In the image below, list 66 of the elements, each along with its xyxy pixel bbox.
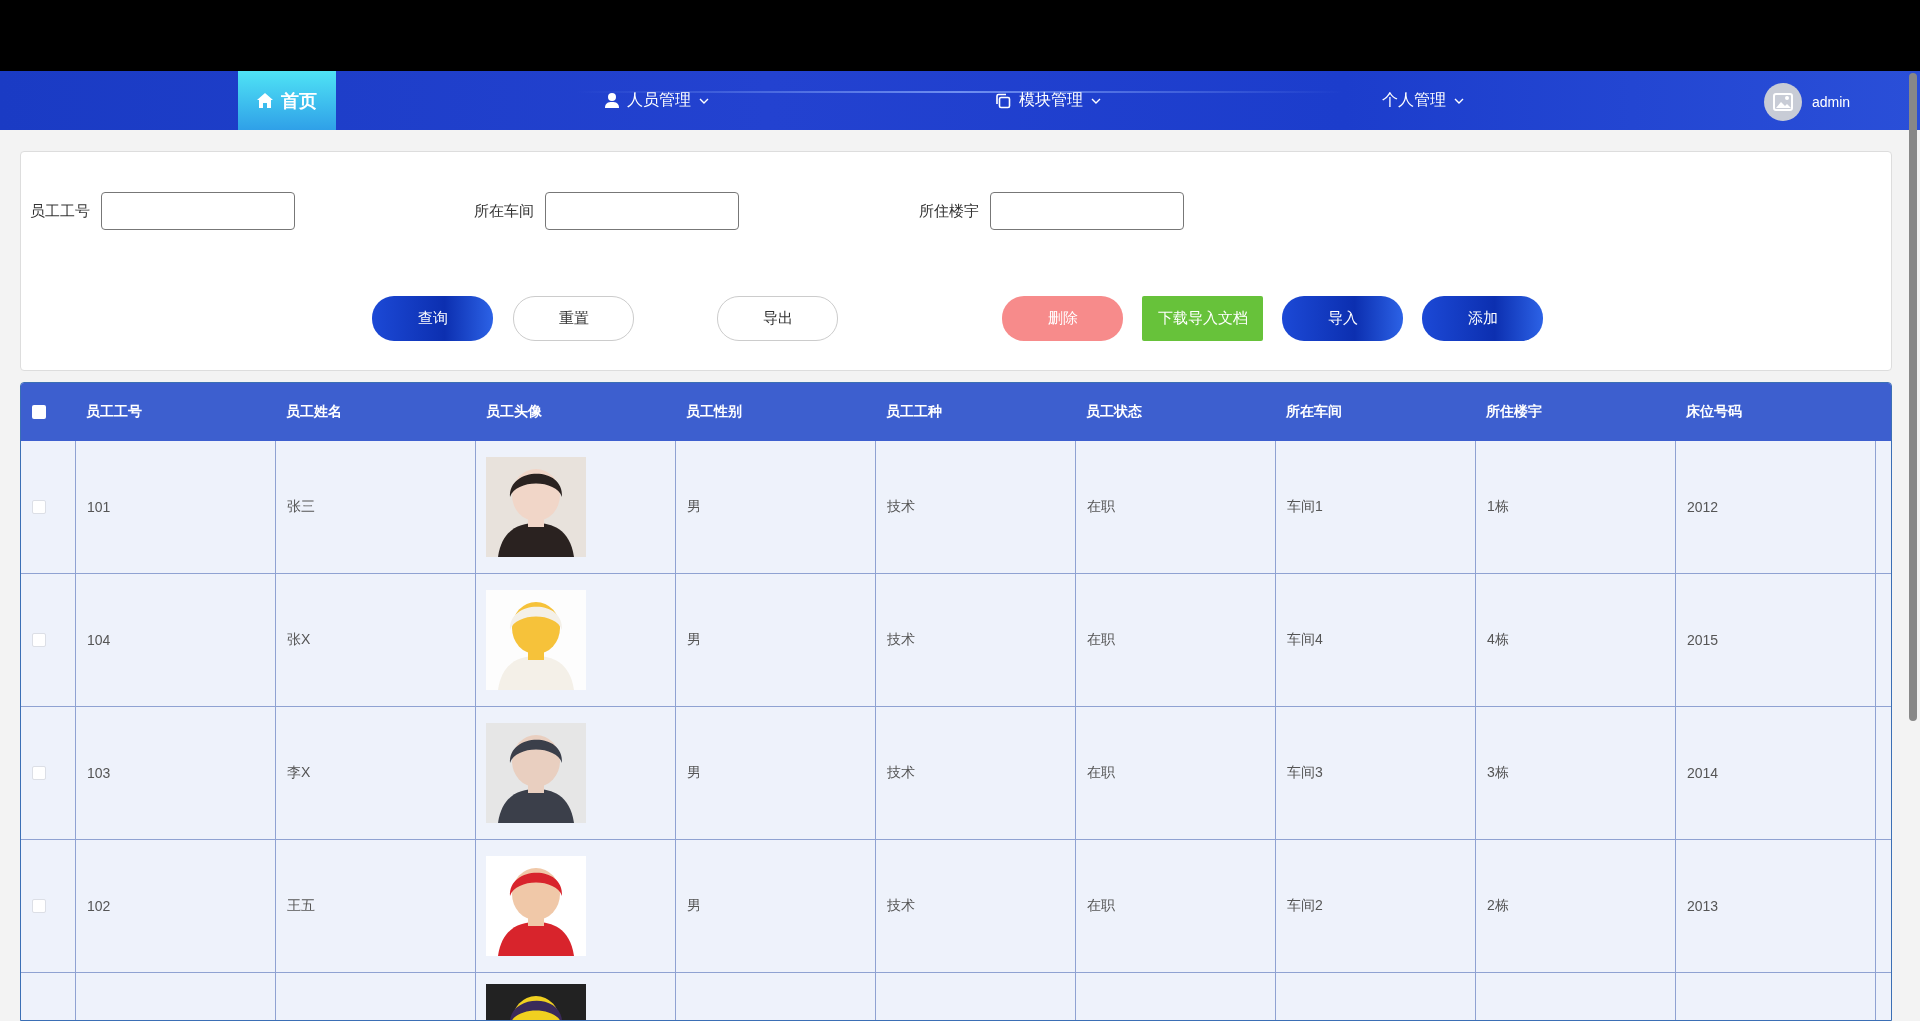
column-header[interactable]: 员工头像 — [486, 403, 542, 421]
action-button[interactable]: 导出 — [717, 296, 838, 341]
field-label: 所在车间 — [474, 201, 534, 221]
checkbox[interactable] — [32, 633, 46, 647]
table-cell: 车间1 — [1287, 498, 1323, 516]
column-header[interactable]: 所住楼宇 — [1486, 403, 1542, 421]
field-label: 所住楼宇 — [919, 201, 979, 221]
table-cell: 技术 — [887, 897, 915, 915]
table-cell: 李X — [287, 764, 311, 782]
table-cell: 张X — [287, 631, 311, 649]
table-cell: 技术 — [887, 631, 915, 649]
table-cell: 在职 — [1087, 764, 1115, 782]
input-field[interactable] — [990, 192, 1184, 230]
column-header[interactable]: 员工工号 — [86, 403, 142, 421]
table-cell: 车间3 — [1287, 764, 1323, 782]
column-header[interactable]: 床位号码 — [1686, 403, 1742, 421]
column-header[interactable]: 员工性别 — [686, 403, 742, 421]
input-field[interactable] — [101, 192, 295, 230]
column-header[interactable]: 员工状态 — [1086, 403, 1142, 421]
input-field[interactable] — [545, 192, 739, 230]
table-cell: 男 — [687, 631, 701, 649]
table-cell: 103 — [87, 765, 111, 781]
checkbox[interactable] — [32, 899, 46, 913]
table-cell: 2012 — [1687, 499, 1719, 515]
column-header[interactable]: 员工姓名 — [286, 403, 342, 421]
table-cell: 技术 — [887, 764, 915, 782]
user-name[interactable]: admin — [1812, 94, 1851, 110]
nav-tab[interactable]: 人员管理 — [605, 71, 709, 130]
person-icon — [605, 93, 619, 108]
table-cell: 3栋 — [1487, 764, 1509, 782]
table-cell: 男 — [687, 764, 701, 782]
table-cell: 2013 — [1687, 898, 1719, 914]
table-cell: 王五 — [287, 897, 315, 915]
table-cell: 在职 — [1087, 897, 1115, 915]
table-cell: 1栋 — [1487, 498, 1509, 516]
table-cell: 101 — [87, 499, 111, 515]
table-cell: 102 — [87, 898, 111, 914]
table-cell: 在职 — [1087, 498, 1115, 516]
table-cell: 技术 — [887, 498, 915, 516]
action-button[interactable]: 导入 — [1282, 296, 1403, 341]
table-cell: 男 — [687, 498, 701, 516]
table-cell: 2014 — [1687, 765, 1719, 781]
copy-icon — [995, 92, 1011, 109]
nav-tab[interactable]: 个人管理 — [1382, 71, 1464, 130]
checkbox[interactable] — [32, 500, 46, 514]
column-header[interactable]: 所在车间 — [1286, 403, 1342, 421]
table-cell: 男 — [687, 897, 701, 915]
nav-tab[interactable]: 模块管理 — [995, 71, 1101, 130]
avatar-icon[interactable] — [1764, 83, 1802, 121]
column-header[interactable]: 员工工种 — [886, 403, 942, 421]
table-cell: 2栋 — [1487, 897, 1509, 915]
table-cell: 车间4 — [1287, 631, 1323, 649]
checkbox[interactable] — [32, 405, 46, 419]
table-cell: 104 — [87, 632, 111, 648]
scrollbar-thumb[interactable] — [1909, 73, 1917, 721]
home-icon — [257, 93, 273, 108]
table-cell: 4栋 — [1487, 631, 1509, 649]
action-button[interactable]: 添加 — [1422, 296, 1543, 341]
action-button[interactable]: 查询 — [372, 296, 493, 341]
field-label: 员工工号 — [30, 201, 90, 221]
table-cell: 车间2 — [1287, 897, 1323, 915]
table-cell: 张三 — [287, 498, 315, 516]
table-cell: 在职 — [1087, 631, 1115, 649]
checkbox[interactable] — [32, 766, 46, 780]
table-cell: 2015 — [1687, 632, 1719, 648]
action-button[interactable]: 重置 — [513, 296, 634, 341]
